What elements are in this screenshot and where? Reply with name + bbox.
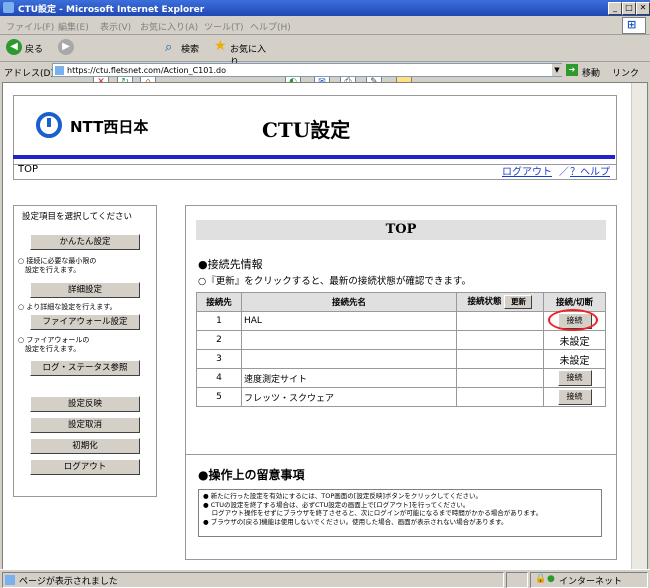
sidebar: 設定項目を選択してください かんたん設定 ○ 接続に必要な最小限の 設定を行えま… — [13, 205, 157, 497]
address-label: アドレス(D) — [4, 69, 54, 79]
page-title: CTU設定 — [262, 118, 351, 142]
simple-settings-button[interactable]: かんたん設定 — [30, 234, 140, 250]
windows-logo-icon: ⊞ — [622, 17, 646, 34]
main-panel: TOP ●接続先情報 ○『更新』をクリックすると、最新の接続状態が確認できます。… — [185, 205, 617, 560]
unset-label-3: 未設定 — [543, 349, 606, 369]
back-arrow-icon: ◀ — [6, 39, 22, 55]
ntt-logo-icon — [36, 112, 62, 138]
address-bar: アドレス(D) https://ctu.fletsnet.com/Action_… — [0, 62, 650, 80]
ie-icon — [3, 2, 14, 13]
status-cell-1 — [506, 572, 528, 588]
connect-button-5[interactable]: 接続 — [557, 389, 592, 405]
vertical-scrollbar[interactable] — [631, 83, 647, 569]
unset-label-2: 未設定 — [543, 330, 606, 350]
menu-bar: ファイル(F) 編集(E) 表示(V) お気に入り(A) ツール(T) ヘルプ(… — [0, 16, 650, 35]
connect-button-4[interactable]: 接続 — [557, 370, 592, 386]
back-button[interactable]: ◀ 戻る — [6, 38, 52, 56]
page-viewport: NTT西日本 CTU設定 TOP ログアウト ／ ？ヘルプ 設定項目を選択してく… — [2, 82, 648, 570]
main-title: TOP — [196, 220, 606, 240]
lock-icon: 🔒 — [535, 574, 547, 584]
star-icon: ★ — [214, 38, 227, 54]
detail-settings-button[interactable]: 詳細設定 — [30, 282, 140, 298]
notes-box: ● 新たに行った設定を有効にするには、TOP画面の[設定反映]ボタンをクリックし… — [198, 489, 602, 537]
simple-settings-note: ○ 接続に必要な最小限の 設定を行えます。 — [18, 257, 97, 274]
minimize-button[interactable]: _ — [608, 2, 622, 15]
maximize-button[interactable]: □ — [622, 2, 636, 15]
menu-favorites[interactable]: お気に入り(A) — [140, 20, 198, 33]
menu-view[interactable]: 表示(V) — [100, 20, 131, 33]
menu-file[interactable]: ファイル(F) — [6, 20, 54, 33]
favorites-button[interactable]: ★ お気に入り — [214, 38, 274, 68]
refresh-button[interactable]: 更新 — [504, 295, 533, 309]
breadcrumb: TOP — [18, 164, 39, 175]
col-no: 接続先 — [196, 292, 242, 312]
menu-edit[interactable]: 編集(E) — [58, 20, 89, 33]
status-bar: ページが表示されました 🔒 ● インターネット — [0, 569, 650, 588]
toolbar: ◀ 戻る ▶ ✕ ↻ ⌂ ⌕ 検索 ★ お気に入り ◐ ✉ ⎙ ✎ — [0, 35, 650, 90]
table-row: 4 速度測定サイト 接続 — [196, 368, 606, 388]
log-status-button[interactable]: ログ・ステータス参照 — [30, 360, 140, 376]
close-button[interactable]: ✕ — [636, 2, 650, 15]
brand-name: NTT西日本 — [70, 118, 149, 136]
status-main: ページが表示されました — [2, 572, 504, 588]
notes-heading: ●操作上の留意事項 — [198, 468, 305, 482]
globe-icon: ● — [547, 574, 555, 584]
apply-settings-button[interactable]: 設定反映 — [30, 396, 140, 412]
links-button[interactable]: リンク — [612, 66, 639, 79]
table-header-row: 接続先 接続先名 接続状態 更新 接続/切断 — [196, 292, 606, 312]
sidebar-logout-button[interactable]: ログアウト — [30, 459, 140, 475]
title-bar: CTU設定 - Microsoft Internet Explorer _ □ … — [0, 0, 650, 16]
firewall-settings-note: ○ ファイアウォールの 設定を行えます。 — [18, 336, 90, 353]
refresh-hint: ○『更新』をクリックすると、最新の接続状態が確認できます。 — [198, 276, 471, 287]
logout-link[interactable]: ログアウト — [502, 163, 552, 178]
menu-tools[interactable]: ツール(T) — [204, 20, 244, 33]
initialize-button[interactable]: 初期化 — [30, 438, 140, 454]
cancel-settings-button[interactable]: 設定取消 — [30, 417, 140, 433]
address-input[interactable]: https://ctu.fletsnet.com/Action_C101.do — [52, 63, 562, 77]
table-row: 1 HAL 接続 — [196, 309, 606, 331]
table-row: 2 未設定 — [196, 330, 606, 350]
nav-strip: TOP ログアウト ／ ？ヘルプ — [13, 159, 617, 180]
ctu-frame: NTT西日本 CTU設定 TOP ログアウト ／ ？ヘルプ 設定項目を選択してく… — [13, 95, 617, 560]
go-arrow-icon: ➔ — [566, 64, 578, 76]
search-button[interactable]: ⌕ 検索 — [165, 38, 211, 56]
address-dropdown-icon[interactable]: ▼ — [552, 64, 562, 76]
col-name: 接続先名 — [241, 292, 457, 312]
search-icon: ⌕ — [165, 40, 173, 55]
connection-table: 接続先 接続先名 接続状態 更新 接続/切断 1 HAL 接続 2 未設定 3 … — [196, 292, 606, 407]
firewall-settings-button[interactable]: ファイアウォール設定 — [30, 314, 140, 330]
table-row: 3 未設定 — [196, 349, 606, 369]
sidebar-prompt: 設定項目を選択してください — [22, 212, 132, 222]
nav-separator: ／ — [559, 167, 569, 178]
status-zone: 🔒 ● インターネット — [530, 572, 648, 588]
highlight-circle — [548, 309, 598, 331]
window-title: CTU設定 - Microsoft Internet Explorer — [18, 5, 205, 15]
go-button[interactable]: ➔ 移動 — [566, 63, 606, 79]
page-status-icon — [5, 575, 15, 585]
connection-info-heading: ●接続先情報 — [198, 258, 263, 271]
col-status: 接続状態 更新 — [456, 292, 544, 312]
section-divider — [186, 454, 616, 455]
forward-button[interactable]: ▶ — [58, 38, 84, 56]
help-link[interactable]: ？ヘルプ — [570, 163, 610, 178]
forward-arrow-icon: ▶ — [58, 39, 74, 55]
table-row: 5 フレッツ・スクウェア 接続 — [196, 387, 606, 407]
page-icon — [55, 66, 64, 75]
menu-help[interactable]: ヘルプ(H) — [250, 20, 291, 33]
detail-settings-note: ○ より詳細な設定を行えます。 — [18, 303, 117, 311]
